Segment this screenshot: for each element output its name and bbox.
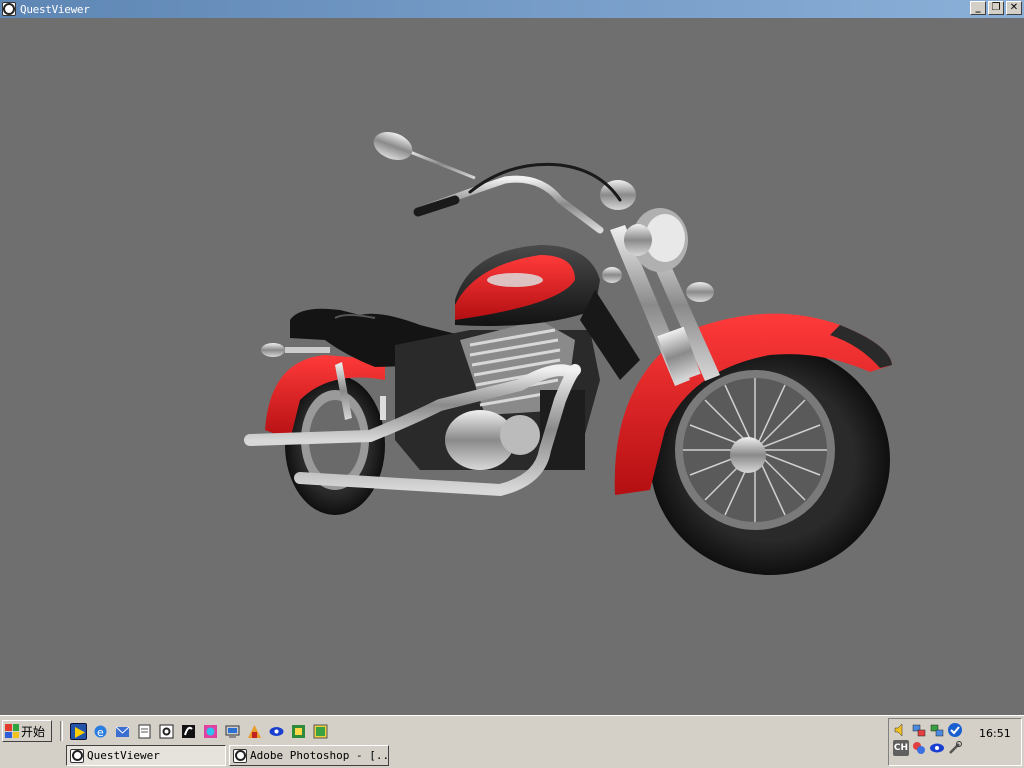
headlight — [602, 208, 714, 302]
quick-launch-bar: e — [60, 721, 329, 741]
task-label: Adobe Photoshop - [... — [250, 749, 389, 762]
app-icon[interactable] — [180, 723, 197, 740]
eye-icon[interactable] — [929, 740, 945, 756]
start-label: 开始 — [21, 724, 46, 739]
toolbar-grip[interactable] — [60, 721, 63, 741]
media-player-icon[interactable] — [70, 722, 87, 740]
app-icon[interactable] — [158, 723, 175, 740]
tray-icons: CH — [893, 722, 965, 756]
system-tray: CH 16:51 — [888, 718, 1022, 766]
windows-logo-icon — [5, 724, 19, 738]
ime-icon[interactable]: CH — [893, 740, 909, 756]
photoshop-icon — [233, 748, 247, 763]
title-bar[interactable]: QuestViewer _ ❐ ✕ — [0, 0, 1024, 18]
taskbar: 开始 e QuestViewer Adobe Photoshop - [... … — [0, 715, 1024, 768]
network-icon[interactable] — [929, 722, 945, 738]
outlook-icon[interactable] — [114, 723, 131, 740]
volume-icon[interactable] — [893, 722, 909, 738]
tool-icon[interactable] — [947, 740, 963, 756]
check-icon[interactable] — [947, 722, 963, 738]
clock[interactable]: 16:51 — [979, 727, 1011, 740]
eye-icon[interactable] — [268, 723, 285, 740]
task-label: QuestViewer — [87, 749, 160, 762]
restore-button[interactable]: ❐ — [988, 1, 1004, 15]
handlebars — [413, 162, 622, 234]
window-title: QuestViewer — [20, 2, 90, 16]
internet-explorer-icon[interactable]: e — [92, 723, 109, 740]
questviewer-icon — [70, 748, 84, 763]
network-icon[interactable] — [911, 722, 927, 738]
app-icon[interactable] — [312, 723, 329, 740]
start-button[interactable]: 开始 — [2, 720, 52, 742]
app-icon[interactable] — [202, 723, 219, 740]
my-computer-icon[interactable] — [224, 723, 241, 740]
3d-viewport[interactable] — [0, 18, 1024, 715]
taskbar-button-questviewer[interactable]: QuestViewer — [66, 745, 226, 766]
motorcycle-render — [244, 131, 892, 575]
notepad-icon[interactable] — [136, 723, 153, 740]
app-icon[interactable] — [2, 2, 16, 16]
app-icon[interactable] — [246, 723, 263, 740]
svg-text:e: e — [97, 726, 104, 739]
fuel-tank — [455, 245, 600, 326]
taskbar-button-photoshop[interactable]: Adobe Photoshop - [... — [229, 745, 389, 766]
close-button[interactable]: ✕ — [1006, 1, 1022, 15]
window-controls: _ ❐ ✕ — [970, 1, 1022, 15]
minimize-button[interactable]: _ — [970, 1, 986, 15]
app-icon[interactable] — [290, 723, 307, 740]
app-icon[interactable] — [911, 740, 927, 756]
mirror — [373, 131, 476, 180]
